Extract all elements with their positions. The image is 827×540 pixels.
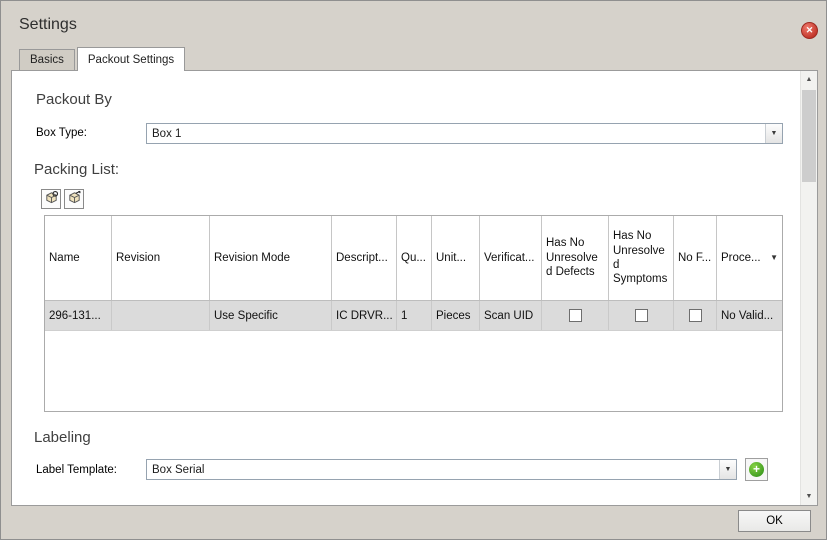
cell-no-fail bbox=[674, 301, 717, 330]
scroll-down-button[interactable]: ▼ bbox=[801, 488, 817, 505]
cell-revision[interactable] bbox=[112, 301, 210, 330]
column-header-process-label: Proce... bbox=[721, 251, 761, 265]
ok-button[interactable]: OK bbox=[738, 510, 811, 532]
scroll-up-icon: ▲ bbox=[806, 76, 813, 83]
table-row[interactable]: 296-131... Use Specific IC DRVR... 1 Pie… bbox=[45, 301, 782, 331]
close-button[interactable]: ✕ bbox=[801, 22, 818, 39]
plus-icon: + bbox=[749, 462, 764, 477]
box-type-label: Box Type: bbox=[36, 127, 87, 139]
column-header-units[interactable]: Unit... bbox=[432, 216, 480, 300]
cell-quantity[interactable]: 1 bbox=[397, 301, 432, 330]
cell-description[interactable]: IC DRVR... bbox=[332, 301, 397, 330]
scroll-up-button[interactable]: ▲ bbox=[801, 71, 817, 88]
has-no-unresolved-defects-checkbox[interactable] bbox=[569, 309, 582, 322]
column-header-has-no-unresolved-symptoms[interactable]: Has No Unresolved Symptoms bbox=[609, 216, 674, 300]
column-header-process[interactable]: Proce... ▼ bbox=[717, 216, 782, 300]
label-template-combobox[interactable]: Box Serial ▼ bbox=[146, 459, 737, 480]
packout-by-heading: Packout By bbox=[36, 91, 112, 108]
cell-has-no-unresolved-defects bbox=[542, 301, 609, 330]
cell-revision-mode[interactable]: Use Specific bbox=[210, 301, 332, 330]
cell-process[interactable]: No Valid... bbox=[717, 301, 782, 330]
packing-list-table: Name Revision Revision Mode Descript... … bbox=[44, 215, 783, 412]
cell-name[interactable]: 296-131... bbox=[45, 301, 112, 330]
add-label-template-button[interactable]: + bbox=[745, 458, 768, 481]
tab-strip: Basics Packout Settings bbox=[19, 47, 185, 71]
has-no-unresolved-symptoms-checkbox[interactable] bbox=[635, 309, 648, 322]
add-package-icon bbox=[44, 190, 59, 208]
label-template-value: Box Serial bbox=[147, 460, 719, 479]
scrollbar-thumb[interactable] bbox=[802, 90, 816, 182]
column-header-quantity[interactable]: Qu... bbox=[397, 216, 432, 300]
scroll-down-icon: ▼ bbox=[806, 493, 813, 500]
add-item-button[interactable] bbox=[41, 189, 61, 209]
packout-settings-panel: Packout By Box Type: Box 1 ▼ Packing Lis… bbox=[11, 70, 818, 506]
column-header-verification[interactable]: Verificat... bbox=[480, 216, 542, 300]
column-header-has-no-unresolved-defects[interactable]: Has No Unresolved Defects bbox=[542, 216, 609, 300]
table-header-row: Name Revision Revision Mode Descript... … bbox=[45, 216, 782, 301]
column-header-no-fail[interactable]: No F... bbox=[674, 216, 717, 300]
cell-units[interactable]: Pieces bbox=[432, 301, 480, 330]
box-type-value: Box 1 bbox=[147, 124, 765, 143]
tab-basics[interactable]: Basics bbox=[19, 49, 75, 70]
column-header-name[interactable]: Name bbox=[45, 216, 112, 300]
sort-arrow-icon[interactable]: ▼ bbox=[770, 253, 778, 263]
remove-item-button[interactable] bbox=[64, 189, 84, 209]
box-type-combobox[interactable]: Box 1 ▼ bbox=[146, 123, 783, 144]
column-header-revision-mode[interactable]: Revision Mode bbox=[210, 216, 332, 300]
settings-dialog: Settings ✕ Basics Packout Settings Packo… bbox=[0, 0, 827, 540]
packing-list-toolbar bbox=[41, 189, 84, 209]
vertical-scrollbar[interactable]: ▲ ▼ bbox=[800, 71, 817, 505]
close-icon: ✕ bbox=[806, 26, 814, 35]
label-template-label: Label Template: bbox=[36, 464, 117, 476]
cell-has-no-unresolved-symptoms bbox=[609, 301, 674, 330]
remove-package-icon bbox=[67, 190, 82, 208]
tab-packout-settings[interactable]: Packout Settings bbox=[77, 47, 185, 71]
column-header-revision[interactable]: Revision bbox=[112, 216, 210, 300]
chevron-down-icon[interactable]: ▼ bbox=[719, 460, 736, 479]
chevron-down-icon[interactable]: ▼ bbox=[765, 124, 782, 143]
packing-list-heading: Packing List: bbox=[34, 161, 119, 178]
no-fail-checkbox[interactable] bbox=[689, 309, 702, 322]
cell-verification[interactable]: Scan UID bbox=[480, 301, 542, 330]
dialog-title: Settings bbox=[19, 16, 77, 34]
column-header-description[interactable]: Descript... bbox=[332, 216, 397, 300]
labeling-heading: Labeling bbox=[34, 429, 91, 446]
